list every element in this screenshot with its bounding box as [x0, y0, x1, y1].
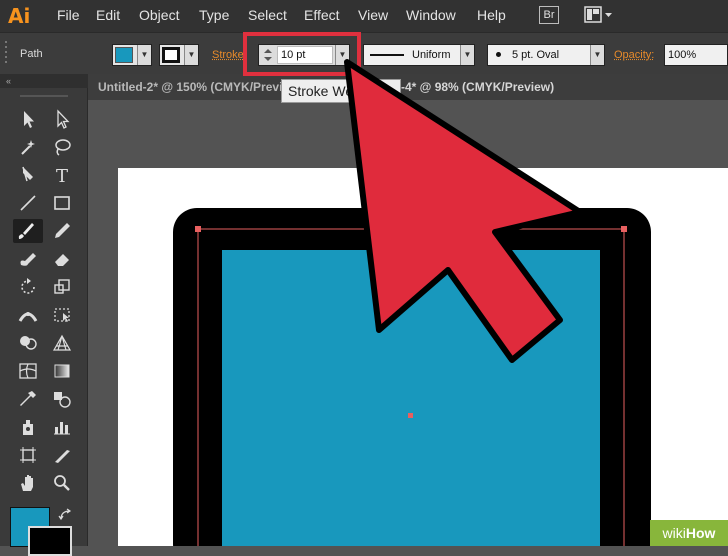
variable-width-profile-dropdown[interactable]: Uniform ▼ — [363, 44, 475, 66]
selected-rectangle-fill — [222, 250, 600, 546]
perspective-grid-tool-icon[interactable] — [49, 331, 75, 355]
chevron-down-icon: ▼ — [460, 45, 474, 65]
chevron-down-icon: ▼ — [184, 45, 198, 65]
fill-color-swatch — [115, 47, 133, 63]
canvas-area[interactable] — [89, 100, 728, 546]
selection-tool-icon[interactable] — [15, 107, 41, 131]
hand-tool-icon[interactable] — [15, 471, 41, 495]
brush-dot-icon — [496, 52, 501, 57]
artwork — [89, 100, 728, 546]
stepper-arrows-icon[interactable] — [261, 47, 275, 63]
stroke-weight-input[interactable]: 10 pt — [277, 46, 333, 64]
tab-active-document[interactable]: -4* @ 98% (CMYK/Preview) — [401, 74, 554, 100]
tools-panel: « T — [0, 74, 88, 546]
gradient-tool-icon[interactable] — [49, 359, 75, 383]
magic-wand-tool-icon[interactable] — [15, 135, 41, 159]
chevron-down-icon: ▼ — [137, 45, 151, 65]
watermark-prefix: wiki — [663, 525, 686, 541]
watermark-suffix: How — [686, 525, 716, 541]
profile-value: Uniform — [412, 45, 451, 65]
fill-color-dropdown[interactable]: ▼ — [112, 44, 152, 66]
grip-icon — [4, 39, 10, 69]
workspace-icon — [584, 6, 616, 24]
column-graph-tool-icon[interactable] — [49, 415, 75, 439]
rectangle-tool-icon[interactable] — [49, 191, 75, 215]
illustrator-logo: Ai — [8, 4, 38, 28]
stroke-color-box[interactable] — [28, 526, 72, 556]
grip-icon — [20, 94, 68, 98]
opacity-field[interactable]: 100% — [664, 44, 728, 66]
document-tabs: Untitled-2* @ 150% (CMYK/Preview) -4* @ … — [88, 74, 728, 100]
blob-brush-tool-icon[interactable] — [15, 247, 41, 271]
stroke-weight-tooltip: Stroke Weight — [281, 79, 401, 103]
blend-tool-icon[interactable] — [49, 387, 75, 411]
brush-value: 5 pt. Oval — [512, 45, 559, 65]
chevron-down-icon: ▼ — [335, 45, 349, 65]
lasso-tool-icon[interactable] — [49, 135, 75, 159]
scale-tool-icon[interactable] — [49, 275, 75, 299]
menu-view[interactable]: View — [358, 7, 388, 23]
chevron-down-icon: ▼ — [590, 45, 604, 65]
anchor-point — [195, 226, 201, 232]
opacity-panel-link[interactable]: Opacity: — [614, 49, 654, 61]
wikihow-watermark: wikiHow — [650, 520, 728, 546]
stroke-color-swatch — [162, 47, 180, 63]
anchor-point — [621, 226, 627, 232]
free-transform-tool-icon[interactable] — [49, 303, 75, 327]
menu-file[interactable]: File — [57, 7, 80, 23]
stroke-color-dropdown[interactable]: ▼ — [159, 44, 199, 66]
menu-bar: Ai File Edit Object Type Select Effect V… — [0, 0, 728, 32]
mesh-tool-icon[interactable] — [15, 359, 41, 383]
menu-edit[interactable]: Edit — [96, 7, 120, 23]
menu-effect[interactable]: Effect — [304, 7, 340, 23]
control-bar: Path ▼ ▼ Stroke 10 pt ▼ Uniform ▼ 5 pt. … — [0, 32, 728, 74]
brush-definition-dropdown[interactable]: 5 pt. Oval ▼ — [487, 44, 605, 66]
menu-help[interactable]: Help — [477, 7, 506, 23]
rotate-tool-icon[interactable] — [15, 275, 41, 299]
shape-builder-tool-icon[interactable] — [15, 331, 41, 355]
line-segment-tool-icon[interactable] — [15, 191, 41, 215]
stroke-line-preview — [370, 54, 404, 56]
bridge-button[interactable]: Br — [539, 6, 559, 24]
artboard-tool-icon[interactable] — [15, 443, 41, 467]
menu-type[interactable]: Type — [199, 7, 229, 23]
selection-type-label: Path — [20, 48, 43, 60]
stroke-panel-link[interactable]: Stroke — [212, 49, 244, 61]
menu-select[interactable]: Select — [248, 7, 287, 23]
pencil-tool-icon[interactable] — [49, 219, 75, 243]
center-point — [408, 413, 413, 418]
pen-tool-icon[interactable] — [15, 163, 41, 187]
slice-tool-icon[interactable] — [49, 443, 75, 467]
svg-text:T: T — [56, 166, 68, 187]
zoom-tool-icon[interactable] — [49, 471, 75, 495]
direct-selection-tool-icon[interactable] — [49, 107, 75, 131]
menu-object[interactable]: Object — [139, 7, 179, 23]
swap-colors-icon[interactable] — [58, 508, 74, 522]
type-tool-icon[interactable]: T — [49, 163, 75, 187]
stroke-weight-field[interactable]: 10 pt ▼ — [258, 44, 350, 66]
symbol-sprayer-tool-icon[interactable] — [15, 415, 41, 439]
paintbrush-tool-icon[interactable] — [13, 219, 43, 243]
eyedropper-tool-icon[interactable] — [15, 387, 41, 411]
eraser-tool-icon[interactable] — [49, 247, 75, 271]
panel-collapse-button[interactable]: « — [0, 74, 88, 88]
workspace-switcher[interactable] — [584, 6, 616, 24]
menu-window[interactable]: Window — [406, 7, 456, 23]
tab-untitled-2[interactable]: Untitled-2* @ 150% (CMYK/Preview) — [98, 74, 302, 100]
width-tool-icon[interactable] — [15, 303, 41, 327]
